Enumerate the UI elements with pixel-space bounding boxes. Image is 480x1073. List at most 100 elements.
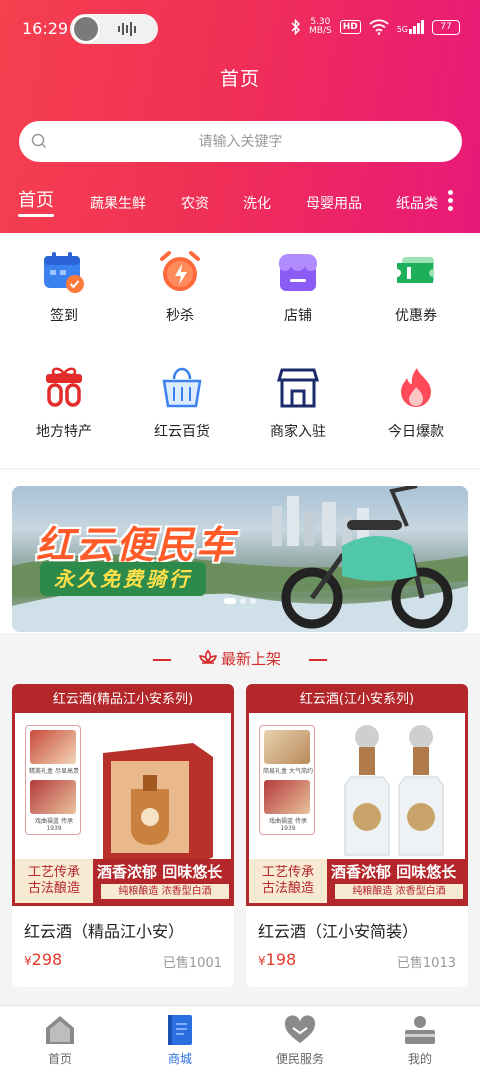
craft-line: 工艺传承 xyxy=(261,865,314,880)
product-image-header: 红云酒(江小安系列) xyxy=(249,687,465,713)
entry-shops[interactable]: 店铺 xyxy=(238,249,358,325)
product-sub-slogan: 纯粮酿造 浓香型白酒 xyxy=(101,884,229,899)
more-tabs-icon[interactable] xyxy=(448,190,454,214)
product-slogan-band: 工艺传承 古法酿造 酒香浓郁 回味悠长 纯粮酿造 浓香型白酒 xyxy=(249,859,465,903)
entry-merchant-join[interactable]: 商家入驻 xyxy=(238,365,358,441)
nav-label: 便民服务 xyxy=(275,1052,324,1066)
banner-title: 红云便民车 xyxy=(36,523,237,567)
price-value: 298 xyxy=(31,950,63,969)
category-tabs: 首页 蔬果生鲜 农资 洗化 母婴用品 纸品类 xyxy=(0,186,480,222)
price-value: 198 xyxy=(265,950,297,969)
product-thumbnails: 简易礼盒 大气简约 戏曲福蓝 传承1939 xyxy=(259,725,315,835)
thumbnail-caption: 精美礼盒 尽显高贵 xyxy=(29,768,79,775)
nav-mall[interactable]: 商城 xyxy=(120,1014,240,1067)
product-image-header: 红云酒(精品江小安系列) xyxy=(15,687,231,713)
nav-label: 首页 xyxy=(47,1052,72,1066)
product-card[interactable]: 红云酒(江小安系列) 简易礼盒 大气简约 戏曲福蓝 传承1939 工艺传承 古法酿… xyxy=(246,684,468,987)
promo-banner[interactable]: 红云便民车 永久免费骑行 xyxy=(12,486,468,632)
tab-paper-goods[interactable]: 纸品类 xyxy=(396,193,438,213)
craft-line: 工艺传承 xyxy=(27,865,80,880)
shop-icon xyxy=(279,254,317,291)
home-icon xyxy=(46,1016,74,1044)
search-bar[interactable] xyxy=(19,121,462,162)
entry-flash-sale[interactable]: 秒杀 xyxy=(120,249,240,325)
wine-gift-box-illustration xyxy=(103,743,213,867)
net-speed-unit: MB/S xyxy=(309,26,332,36)
page-title: 首页 xyxy=(219,68,260,90)
tab-label: 首页 xyxy=(18,190,54,211)
section-title-text: 最新上架 xyxy=(220,650,281,668)
product-name: 红云酒（精品江小安） xyxy=(24,922,185,941)
craft-badge: 工艺传承 古法酿造 xyxy=(15,859,93,903)
tab-active-indicator xyxy=(18,214,54,217)
network-speed: 5.30 MB/S xyxy=(309,18,332,36)
currency-symbol: ¥ xyxy=(24,954,32,968)
entry-coupons[interactable]: 优惠券 xyxy=(356,249,476,325)
header: 16:29 5.30MB/S HD 5G 77 首页 首页 蔬果生鲜 农资 洗化 xyxy=(0,0,480,233)
search-icon xyxy=(31,133,47,149)
craft-badge: 工艺传承 古法酿造 xyxy=(249,859,327,903)
entry-label: 今日爆款 xyxy=(388,424,444,440)
thumbnail-bottle xyxy=(264,780,310,814)
coupon-ticket-icon xyxy=(397,257,434,283)
entry-label: 优惠券 xyxy=(395,308,437,324)
entry-hot-today[interactable]: 今日爆款 xyxy=(356,365,476,441)
product-image: 红云酒(精品江小安系列) 精美礼盒 尽显高贵 戏曲福蓝 传承1939 工艺传承古… xyxy=(12,684,234,906)
cell-signal-icon: 5G xyxy=(397,20,424,34)
thumbnail-caption: 戏曲福蓝 传承1939 xyxy=(269,818,307,832)
nav-home[interactable]: 首页 xyxy=(0,1014,120,1067)
lotus-icon xyxy=(198,649,218,664)
audio-wave-icon xyxy=(118,22,136,36)
alarm-clock-lightning-icon xyxy=(160,251,200,291)
bottom-tab-bar: 首页 商城 便民服务 我的 xyxy=(0,1005,480,1073)
product-price: ¥198 xyxy=(258,950,296,969)
thumbnail-caption: 戏曲福蓝 传承1939 xyxy=(35,818,73,832)
entry-local-specialty[interactable]: 地方特产 xyxy=(4,365,124,441)
gift-box-icon xyxy=(46,367,82,407)
wine-bottles-illustration xyxy=(344,725,444,856)
thumbnail-gift-box xyxy=(30,730,76,764)
nav-profile[interactable]: 我的 xyxy=(360,1014,480,1067)
banner-section: 红云便民车 永久免费骑行 xyxy=(0,470,480,633)
entry-label: 地方特产 xyxy=(36,424,92,440)
nav-services[interactable]: 便民服务 xyxy=(240,1014,360,1067)
media-avatar xyxy=(72,15,100,43)
flame-icon xyxy=(401,368,431,407)
mall-book-icon xyxy=(168,1015,192,1045)
entry-hongyun-store[interactable]: 红云百货 xyxy=(122,365,242,441)
wifi-icon xyxy=(369,19,389,35)
craft-line: 古法酿造 xyxy=(27,881,80,896)
tab-toiletries[interactable]: 洗化 xyxy=(243,193,271,213)
nav-label: 商城 xyxy=(167,1052,192,1066)
heart-service-icon xyxy=(284,1015,316,1043)
status-media-pill[interactable] xyxy=(70,14,158,44)
search-input[interactable] xyxy=(90,133,391,150)
signal-label: 5G xyxy=(396,25,408,34)
nav-label: 我的 xyxy=(407,1052,432,1066)
thumbnail-gift-box xyxy=(264,730,310,764)
hd-badge: HD xyxy=(339,20,361,34)
tab-home[interactable]: 首页 xyxy=(18,186,54,217)
profile-card-icon xyxy=(405,1016,435,1044)
tab-agri-supplies[interactable]: 农资 xyxy=(181,193,209,213)
product-thumbnails: 精美礼盒 尽显高贵 戏曲福蓝 传承1939 xyxy=(25,725,81,835)
entry-label: 秒杀 xyxy=(166,308,194,324)
thumbnail-bottle xyxy=(30,780,76,814)
product-slogan-band: 工艺传承 古法酿造 酒香浓郁 回味悠长 纯粮酿造 浓香型白酒 xyxy=(15,859,231,903)
status-bar: 16:29 5.30 MB/S HD 5G 77 xyxy=(0,0,480,58)
sold-count: 已售1001 xyxy=(162,956,222,971)
tab-fresh-produce[interactable]: 蔬果生鲜 xyxy=(90,193,146,213)
craft-line: 古法酿造 xyxy=(261,881,314,896)
tab-baby-products[interactable]: 母婴用品 xyxy=(306,193,362,213)
banner-pagination xyxy=(224,598,256,604)
product-slogan: 酒香浓郁 回味悠长 xyxy=(97,863,223,881)
banner-subtitle: 永久免费骑行 xyxy=(40,562,206,596)
shopping-basket-icon xyxy=(162,367,202,408)
product-price: ¥298 xyxy=(24,950,62,969)
sold-count: 已售1013 xyxy=(396,956,456,971)
entry-sign-in[interactable]: 签到 xyxy=(4,249,124,325)
entry-label: 店铺 xyxy=(284,308,312,324)
product-card[interactable]: 红云酒(精品江小安系列) 精美礼盒 尽显高贵 戏曲福蓝 传承1939 工艺传承古… xyxy=(12,684,234,987)
quick-entry-grid: 签到 秒杀 店铺 优惠券 地方特产 红云百货 商家入驻 今日爆款 xyxy=(0,233,480,468)
thumbnail-caption: 简易礼盒 大气简约 xyxy=(263,768,313,775)
